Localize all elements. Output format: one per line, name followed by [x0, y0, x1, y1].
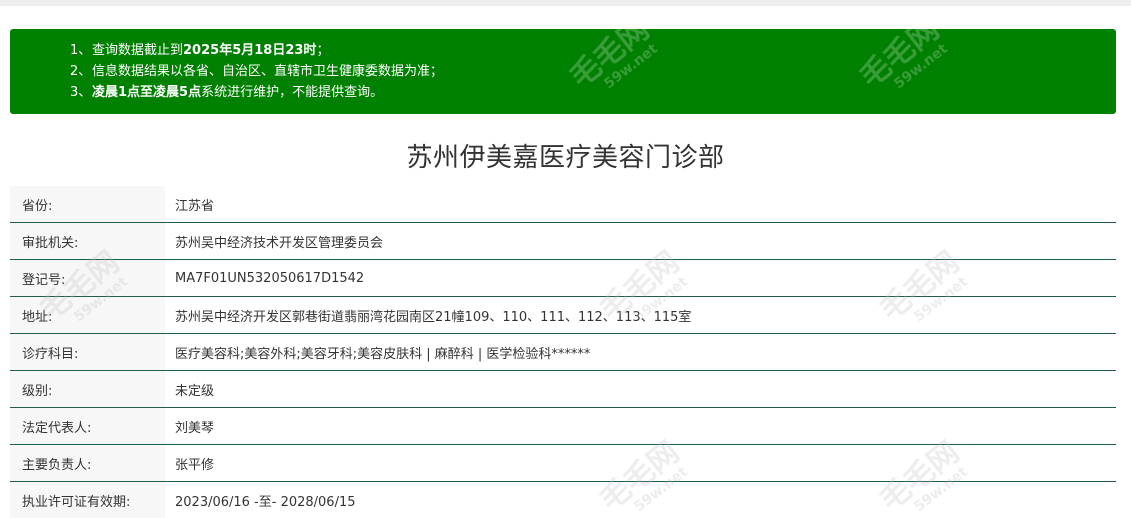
- row-value: 张平修: [165, 444, 1116, 482]
- table-row: 登记号: MA7F01UN532050617D1542: [10, 259, 1116, 297]
- row-value: MA7F01UN532050617D1542: [165, 259, 1116, 297]
- row-label: 登记号:: [10, 259, 165, 297]
- notice-line-3: 3、凌晨1点至凌晨5点系统进行维护，不能提供查询。: [70, 82, 1116, 103]
- row-value: 2023/06/16 -至- 2028/06/15: [165, 481, 1116, 518]
- page: 1、查询数据截止到2025年5月18日23时； 2、信息数据结果以各省、自治区、…: [0, 0, 1131, 518]
- row-label: 法定代表人:: [10, 407, 165, 445]
- row-value: 苏州吴中经济开发区郭巷街道翡丽湾花园南区21幢109、110、111、112、1…: [165, 296, 1116, 334]
- row-value: 江苏省: [165, 186, 1116, 223]
- row-label: 执业许可证有效期:: [10, 481, 165, 518]
- notice-text: 信息数据结果以各省、自治区、直辖市卫生健康委数据为准；: [92, 64, 444, 79]
- table-row: 主要负责人: 张平修: [10, 444, 1116, 482]
- notice-line-2: 2、信息数据结果以各省、自治区、直辖市卫生健康委数据为准；: [70, 61, 1116, 82]
- notice-text: 查询数据截止到: [92, 43, 184, 58]
- row-label: 主要负责人:: [10, 444, 165, 482]
- info-table: 省份: 江苏省 审批机关: 苏州吴中经济技术开发区管理委员会 登记号: MA7F…: [10, 186, 1116, 518]
- notice-banner: 1、查询数据截止到2025年5月18日23时； 2、信息数据结果以各省、自治区、…: [10, 12, 1116, 114]
- table-row: 执业许可证有效期: 2023/06/16 -至- 2028/06/15: [10, 481, 1116, 518]
- row-label: 诊疗科目:: [10, 333, 165, 371]
- row-value: 医疗美容科;美容外科;美容牙科;美容皮肤科 | 麻醉科 | 医学检验科*****…: [165, 333, 1116, 371]
- notice-number: 2、: [70, 64, 92, 79]
- notice-number: 3、: [70, 85, 92, 100]
- table-row: 地址: 苏州吴中经济开发区郭巷街道翡丽湾花园南区21幢109、110、111、1…: [10, 296, 1116, 334]
- table-row: 诊疗科目: 医疗美容科;美容外科;美容牙科;美容皮肤科 | 麻醉科 | 医学检验…: [10, 333, 1116, 371]
- notice-line-1: 1、查询数据截止到2025年5月18日23时；: [70, 40, 1116, 61]
- table-row: 级别: 未定级: [10, 370, 1116, 408]
- top-strip: [0, 0, 1131, 6]
- row-label: 省份:: [10, 186, 165, 223]
- notice-text: 系统进行维护，不能提供查询。: [201, 85, 384, 100]
- notice-number: 1、: [70, 43, 92, 58]
- page-title: 苏州伊美嘉医疗美容门诊部: [406, 143, 725, 173]
- row-value: 刘美琴: [165, 407, 1116, 445]
- row-label: 审批机关:: [10, 222, 165, 260]
- row-label: 级别:: [10, 370, 165, 408]
- table-row: 法定代表人: 刘美琴: [10, 407, 1116, 445]
- row-value: 未定级: [165, 370, 1116, 408]
- notice-text: ；: [316, 43, 330, 58]
- row-label: 地址:: [10, 296, 165, 334]
- table-row: 省份: 江苏省: [10, 186, 1116, 223]
- row-value: 苏州吴中经济技术开发区管理委员会: [165, 222, 1116, 260]
- notice-bold-text: 2025年5月18日23时: [183, 43, 317, 58]
- table-row: 审批机关: 苏州吴中经济技术开发区管理委员会: [10, 222, 1116, 260]
- notice-bold-text: 凌晨1点至凌晨5点: [92, 85, 202, 100]
